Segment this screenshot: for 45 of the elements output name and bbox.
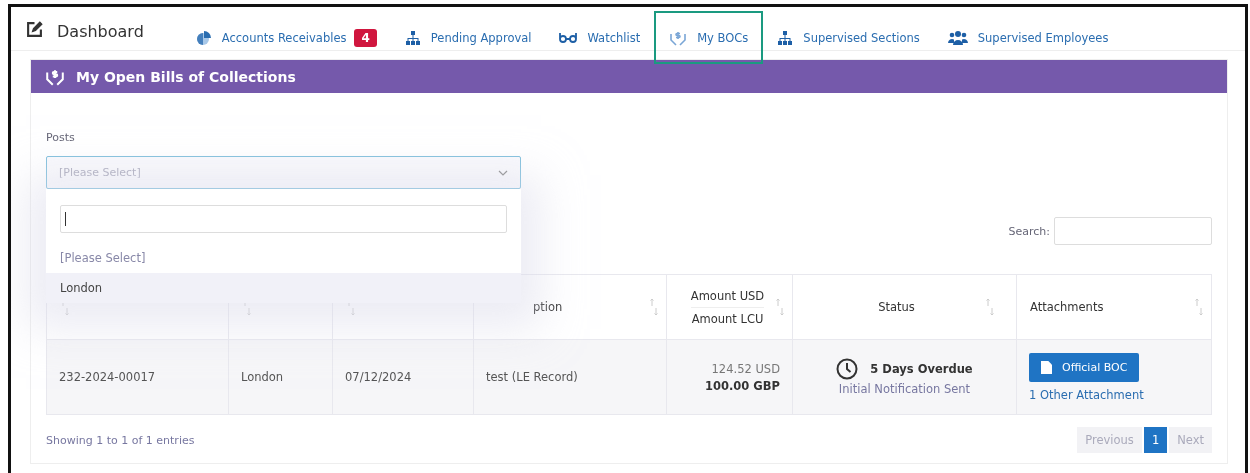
status-note: Initial Notification Sent xyxy=(837,382,972,396)
sort-icon xyxy=(649,298,659,316)
hierarchy-icon xyxy=(404,29,421,46)
dropdown-option[interactable]: London xyxy=(46,273,521,303)
attachment-link[interactable]: 1 Other Attachment xyxy=(1029,387,1199,402)
search-label: Search: xyxy=(1008,224,1050,238)
users-icon xyxy=(947,29,968,46)
nav-tab[interactable]: My BOCs xyxy=(654,11,764,64)
text-cursor xyxy=(65,212,66,226)
search-field[interactable] xyxy=(1054,217,1212,245)
page-button[interactable]: 1 xyxy=(1143,427,1168,453)
sort-icon xyxy=(984,298,995,316)
count-badge: 4 xyxy=(354,28,377,47)
pie-chart-icon xyxy=(195,29,212,46)
nav-tab[interactable]: Supervised Employees xyxy=(933,11,1123,64)
table-cell: 232-2024-00017 xyxy=(46,339,229,415)
nav-tab[interactable]: Supervised Sections xyxy=(763,11,934,64)
page-title: Dashboard xyxy=(57,22,144,41)
table-cell: London xyxy=(228,339,333,415)
entries-info: Showing 1 to 1 of 1 entries xyxy=(46,433,195,447)
column-header[interactable]: Attachments xyxy=(1016,274,1212,340)
sort-icon xyxy=(1194,298,1204,316)
hands-dollar-icon xyxy=(669,29,688,46)
hands-dollar-icon xyxy=(45,67,65,86)
official-boc-button[interactable]: Official BOC xyxy=(1029,352,1140,382)
pdf-file-icon xyxy=(1041,360,1052,374)
search-field[interactable] xyxy=(60,205,507,233)
panel-title: My Open Bills of Collections xyxy=(76,68,296,85)
nav-tab[interactable]: Pending Approval xyxy=(390,11,546,64)
field-label: Posts xyxy=(46,131,76,144)
table-cell-text: 124.52 USD xyxy=(710,361,780,376)
glasses-icon xyxy=(559,31,578,44)
column-header[interactable]: Amount USD Amount LCU xyxy=(666,274,793,340)
nav-tab[interactable]: Watchlist xyxy=(545,11,655,64)
sort-icon xyxy=(775,298,785,316)
column-header[interactable]: Status xyxy=(792,274,1017,340)
hierarchy-icon xyxy=(777,29,794,46)
table-cell-text: 100.00 GBP xyxy=(704,378,780,393)
table-cell: 07/12/2024 xyxy=(332,339,474,415)
status-text: 5 Days Overdue xyxy=(870,362,973,376)
dropdown-option[interactable]: [Please Select] xyxy=(46,243,521,273)
column-header[interactable]: ption xyxy=(473,274,667,340)
chevron-icon xyxy=(498,169,508,176)
table-cell: test (LE Record) xyxy=(473,339,667,415)
clock-icon xyxy=(836,358,859,380)
